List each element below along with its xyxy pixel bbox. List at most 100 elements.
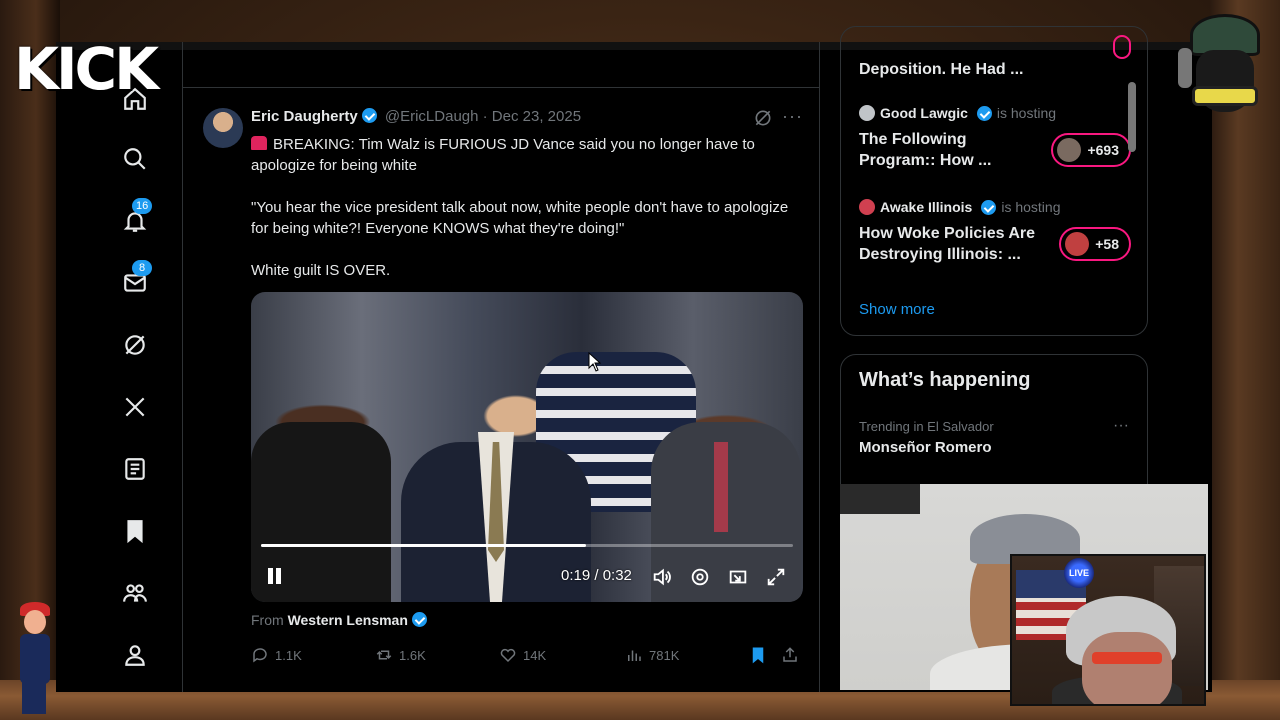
host-status: is hosting — [996, 105, 1057, 121]
expand-icon — [767, 568, 785, 586]
host-status: is hosting — [1001, 199, 1061, 215]
video-progress-fill — [261, 544, 586, 547]
nav-premium[interactable] — [120, 392, 150, 422]
avatar[interactable] — [203, 108, 243, 148]
repost-button[interactable]: 1.6K — [375, 646, 426, 664]
pause-button[interactable] — [265, 566, 285, 586]
tweet-text-quote: "You hear the vice president talk about … — [251, 199, 789, 237]
video-source: From Western Lensman — [251, 612, 427, 628]
reply-count: 1.1K — [275, 647, 302, 663]
sidebar-nav: 16 8 — [56, 80, 182, 680]
picture-in-picture-icon — [729, 570, 747, 584]
scrollbar[interactable] — [1128, 42, 1138, 482]
figure-legs — [22, 682, 46, 714]
grok-explain-icon[interactable] — [753, 108, 773, 128]
video-controls: 0:19 / 0:32 — [251, 552, 803, 602]
tweet-header: Eric Daugherty @EricLDaugh · Dec 23, 202… — [251, 108, 581, 125]
show-more-link[interactable]: Show more — [859, 301, 935, 318]
space-title: The Following Program:: How ... — [859, 131, 992, 169]
space-listeners-pill[interactable]: +693 — [1051, 133, 1131, 167]
grok-icon — [125, 335, 145, 355]
like-button[interactable]: 14K — [499, 646, 546, 664]
from-prefix: From — [251, 612, 284, 628]
nav-notifications[interactable]: 16 — [120, 198, 153, 236]
nav-profile[interactable] — [120, 640, 150, 670]
trend-more-icon[interactable]: ··· — [1113, 417, 1129, 435]
video-progress-bar[interactable] — [261, 544, 793, 547]
kick-logo: KICK — [14, 35, 159, 103]
repost-count: 1.6K — [399, 647, 426, 663]
space-title: Deposition. He Had ... — [859, 61, 1024, 78]
webcam-background — [840, 484, 920, 514]
nav-communities[interactable] — [120, 578, 150, 608]
webcam-host: LIVE — [1010, 554, 1206, 706]
view-count: 781K — [649, 647, 680, 663]
space-listeners-pill[interactable]: +58 — [1059, 227, 1131, 261]
space-host-line: Good Lawgic is hosting — [859, 105, 1139, 121]
more-options-icon[interactable]: ··· — [782, 106, 803, 127]
bookmark-filled-icon — [752, 647, 764, 664]
listener-avatar — [1057, 138, 1082, 162]
tweet-text-headline: BREAKING: Tim Walz is FURIOUS JD Vance s… — [251, 136, 755, 174]
bookmark-icon — [127, 520, 143, 544]
tweet-actions: 1.1K 1.6K 14K 781K — [251, 646, 803, 666]
streamer-mascot-overlay — [1176, 10, 1272, 150]
space-title: How Woke Policies Are Destroying Illinoi… — [859, 225, 1036, 263]
list-icon — [125, 458, 145, 480]
volume-icon — [653, 568, 671, 586]
siren-icon — [251, 136, 267, 150]
author-handle-date[interactable]: @EricLDaugh · Dec 23, 2025 — [385, 108, 581, 125]
messages-badge: 8 — [132, 260, 152, 276]
listener-avatar — [1065, 232, 1090, 256]
host-name[interactable]: Good Lawgic — [880, 105, 968, 121]
space-item[interactable]: Deposition. He Had ... — [859, 59, 1139, 80]
host-avatar — [859, 199, 875, 215]
nav-lists[interactable] — [120, 454, 150, 484]
analytics-icon — [628, 650, 641, 661]
nav-explore[interactable] — [120, 144, 150, 174]
live-sign: LIVE — [1064, 558, 1094, 588]
listener-count: +58 — [1095, 236, 1119, 252]
mascot-headphones — [1178, 48, 1192, 88]
host-avatar — [859, 105, 875, 121]
video-player[interactable]: 0:19 / 0:32 — [251, 292, 803, 602]
timeline-header — [183, 42, 819, 88]
tweet-text: BREAKING: Tim Walz is FURIOUS JD Vance s… — [251, 134, 791, 302]
whats-happening-card: What’s happening Trending in El Salvador… — [840, 354, 1148, 504]
source-account[interactable]: Western Lensman — [288, 612, 408, 628]
x-logo-icon — [125, 397, 145, 417]
reply-button[interactable]: 1.1K — [251, 646, 302, 664]
like-count: 14K — [523, 647, 547, 663]
nav-messages[interactable]: 8 — [120, 260, 152, 298]
pip-button[interactable] — [727, 566, 749, 588]
settings-button[interactable] — [689, 566, 711, 588]
webcam-person-glasses — [1092, 652, 1162, 664]
figure-head — [24, 610, 46, 634]
whats-happening-title: What’s happening — [859, 369, 1031, 391]
tweet-text-end: White guilt IS OVER. — [251, 262, 391, 279]
verified-badge-icon — [411, 612, 427, 627]
webcam-person-face — [1082, 632, 1172, 704]
gear-icon — [691, 568, 709, 586]
spaces-card: Deposition. He Had ... Good Lawgic is ho… — [840, 26, 1148, 336]
trend-context: Trending in El Salvador — [859, 419, 994, 434]
repost-icon — [376, 650, 392, 660]
author-name[interactable]: Eric Daugherty — [251, 108, 358, 125]
host-name[interactable]: Awake Illinois — [880, 199, 972, 215]
nav-bookmarks[interactable] — [120, 516, 150, 546]
notifications-badge: 16 — [132, 198, 153, 214]
fullscreen-button[interactable] — [765, 566, 787, 588]
space-host-line: Awake Illinois is hosting — [859, 199, 1139, 215]
search-icon — [124, 148, 146, 170]
share-button[interactable] — [781, 646, 799, 664]
trend-name[interactable]: Monseñor Romero — [859, 439, 992, 456]
verified-badge-icon — [981, 199, 997, 215]
video-frame-detail — [714, 442, 728, 532]
scrollbar-thumb[interactable] — [1128, 82, 1136, 152]
reply-icon — [253, 648, 267, 663]
views-button[interactable]: 781K — [625, 646, 679, 664]
volume-button[interactable] — [651, 566, 673, 588]
verified-badge-icon — [976, 105, 992, 121]
bookmark-button[interactable] — [749, 646, 767, 664]
nav-grok[interactable] — [120, 330, 150, 360]
